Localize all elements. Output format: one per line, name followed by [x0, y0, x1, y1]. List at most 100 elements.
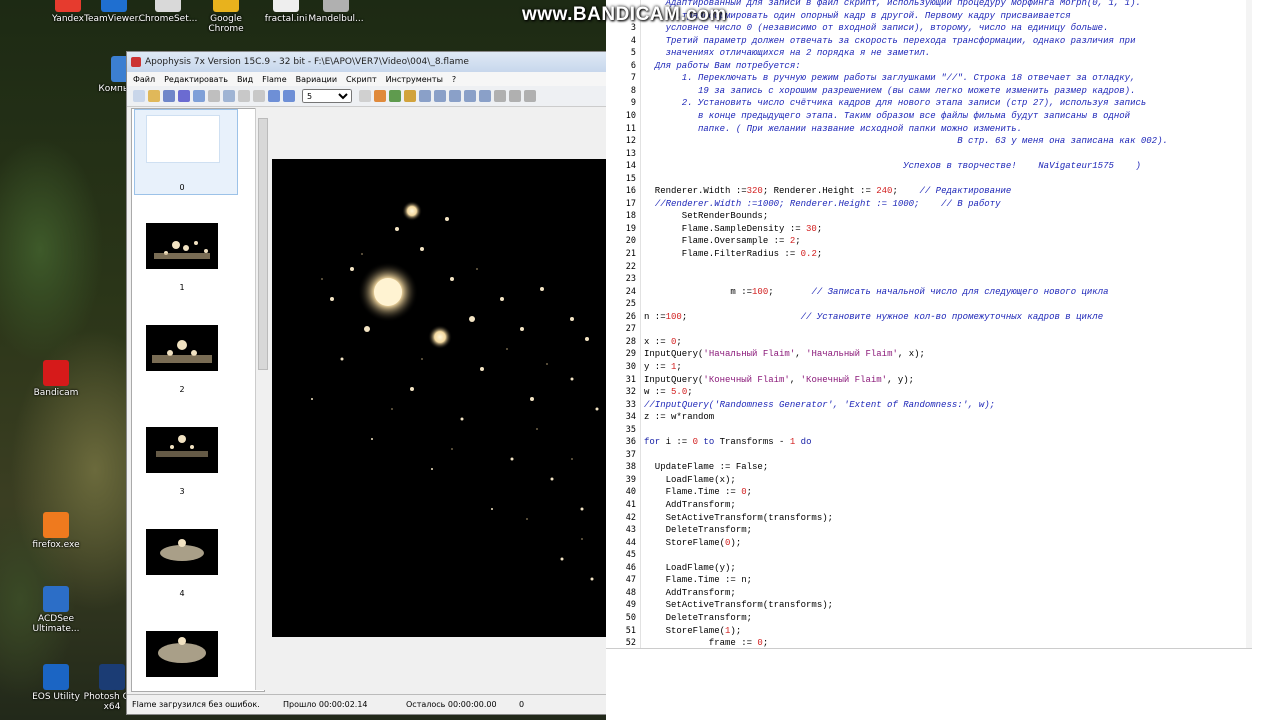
- code-line[interactable]: StoreFlame(0);: [644, 538, 742, 548]
- code-line[interactable]: Renderer.Width :=320; Renderer.Height :=…: [644, 186, 1012, 196]
- code-line[interactable]: папке. ( При желании название исходной п…: [644, 124, 1022, 134]
- code-line[interactable]: InputQuery('Начальный Flaim', 'Начальный…: [644, 349, 925, 359]
- flame-thumbnail[interactable]: [146, 115, 220, 163]
- flame-thumbnail[interactable]: [146, 631, 218, 677]
- code-line[interactable]: LoadFlame(x);: [644, 475, 736, 485]
- scrollbar-thumb[interactable]: [258, 118, 268, 370]
- menu-script[interactable]: Скрипт: [346, 75, 377, 84]
- code-line[interactable]: //Renderer.Width :=1000; Renderer.Height…: [644, 199, 1001, 209]
- flame-thumbnail[interactable]: [146, 427, 218, 473]
- close-view-icon[interactable]: [509, 90, 521, 102]
- stop-icon[interactable]: [524, 90, 536, 102]
- menu-variations[interactable]: Вариации: [296, 75, 337, 84]
- editor-scrollbar[interactable]: [1246, 0, 1252, 648]
- line-number: 31: [625, 374, 636, 385]
- code-line[interactable]: SetActiveTransform(transforms);: [644, 513, 833, 523]
- code-line[interactable]: в конце предыдущего этапа. Таким образом…: [644, 111, 1130, 121]
- code-line[interactable]: frame := 0;: [644, 638, 768, 648]
- menu-tools[interactable]: Инструменты: [386, 75, 443, 84]
- desktop-icon-label: firefox.exe: [32, 540, 80, 550]
- desktop-icon[interactable]: EOS Utility: [26, 664, 86, 702]
- code-line[interactable]: В стр. 63 у меня она записана как 002).: [644, 136, 1168, 146]
- code-line[interactable]: UpdateFlame := False;: [644, 462, 768, 472]
- code-line[interactable]: SetRenderBounds;: [644, 211, 768, 221]
- line-number: 42: [625, 512, 636, 523]
- menu-view[interactable]: Вид: [237, 75, 253, 84]
- menu-edit[interactable]: Редактировать: [164, 75, 228, 84]
- code-editor[interactable]: Адаптированный для записи в файл скрипт,…: [640, 0, 1252, 648]
- flame-thumbnail[interactable]: [146, 325, 218, 371]
- desktop-icon[interactable]: ChromeSet...: [138, 0, 198, 24]
- grid-icon[interactable]: [419, 90, 431, 102]
- desktop-icon[interactable]: Google Chrome: [196, 0, 256, 34]
- script-icon[interactable]: [359, 90, 371, 102]
- code-line[interactable]: x := 0;: [644, 337, 682, 347]
- code-line[interactable]: w := 5.0;: [644, 387, 693, 397]
- transform-icon[interactable]: [464, 90, 476, 102]
- menu-file[interactable]: Файл: [133, 75, 155, 84]
- flame-thumbnail[interactable]: [146, 529, 218, 575]
- app-icon: [99, 664, 125, 690]
- flame-list[interactable]: 0 1 2 3 4: [131, 108, 265, 692]
- code-line[interactable]: Flame.Time := n;: [644, 575, 752, 585]
- code-line[interactable]: StoreFlame(1);: [644, 626, 742, 636]
- zoom-icon[interactable]: [283, 90, 295, 102]
- desktop-icon[interactable]: firefox.exe: [26, 512, 86, 550]
- adjust-icon[interactable]: [389, 90, 401, 102]
- fullscreen-icon[interactable]: [268, 90, 280, 102]
- code-line[interactable]: значениях отличающихся на 2 порядка я не…: [644, 48, 931, 58]
- code-line[interactable]: Flame.Oversample := 2;: [644, 236, 801, 246]
- gradient-icon[interactable]: [404, 90, 416, 102]
- code-line[interactable]: Flame.SampleDensity := 30;: [644, 224, 822, 234]
- settings-icon[interactable]: [193, 90, 205, 102]
- code-line[interactable]: Для работы Вам потребуется:: [644, 61, 801, 71]
- desktop-icon[interactable]: Bandicam: [26, 360, 86, 398]
- list-icon[interactable]: [208, 90, 220, 102]
- line-number: 44: [625, 537, 636, 548]
- editor-icon[interactable]: [374, 90, 386, 102]
- code-line[interactable]: m :=100; // Записать начальной число для…: [644, 287, 1108, 297]
- save-icon[interactable]: [163, 90, 175, 102]
- code-line[interactable]: LoadFlame(y);: [644, 563, 736, 573]
- redo-icon[interactable]: [253, 90, 265, 102]
- code-line[interactable]: 2. Установить число счётчика кадров для …: [644, 98, 1147, 108]
- code-line[interactable]: //InputQuery('Randomness Generator', 'Ex…: [644, 400, 995, 410]
- quality-select[interactable]: 5: [302, 89, 352, 103]
- code-line[interactable]: z := w*random: [644, 412, 714, 422]
- code-line[interactable]: Flame.Time := 0;: [644, 487, 752, 497]
- code-line[interactable]: 19 за запись с хорошим разрешением (вы с…: [644, 86, 1135, 96]
- code-line[interactable]: AddTransform;: [644, 588, 736, 598]
- undo-icon[interactable]: [238, 90, 250, 102]
- render-preview-area[interactable]: [270, 108, 611, 690]
- open-icon[interactable]: [148, 90, 160, 102]
- code-line[interactable]: Третий параметр должен отвечать за скоро…: [644, 36, 1136, 46]
- view-icon[interactable]: [223, 90, 235, 102]
- code-line[interactable]: AddTransform;: [644, 500, 736, 510]
- color-icon[interactable]: [479, 90, 491, 102]
- code-line[interactable]: DeleteTransform;: [644, 525, 752, 535]
- mutate-icon[interactable]: [434, 90, 446, 102]
- line-number: 7: [630, 73, 636, 84]
- new-icon[interactable]: [133, 90, 145, 102]
- code-line[interactable]: Успехов в творчестве! NaVigateur1575 ): [644, 161, 1141, 171]
- code-line[interactable]: y := 1;: [644, 362, 682, 372]
- desktop-icon[interactable]: Mandelbul...: [306, 0, 366, 24]
- code-line[interactable]: 1. Переключать в ручную режим работы заг…: [644, 73, 1136, 83]
- render-icon[interactable]: [178, 90, 190, 102]
- flame-list-scrollbar[interactable]: [255, 108, 268, 690]
- code-line[interactable]: n :=100; // Установите нужное кол-во про…: [644, 312, 1103, 322]
- code-line[interactable]: for i := 0 to Transforms - 1 do: [644, 437, 811, 447]
- desktop-icon[interactable]: ACDSee Ultimate...: [26, 586, 86, 634]
- code-line[interactable]: Flame.FilterRadius := 0.2;: [644, 249, 822, 259]
- desktop-icon[interactable]: TeamViewer...: [84, 0, 146, 24]
- line-number: 38: [625, 462, 636, 473]
- options-icon[interactable]: [449, 90, 461, 102]
- crop-icon[interactable]: [494, 90, 506, 102]
- menu-help[interactable]: ?: [452, 75, 456, 84]
- menu-flame[interactable]: Flame: [262, 75, 286, 84]
- code-line[interactable]: SetActiveTransform(transforms);: [644, 600, 833, 610]
- flame-thumbnail[interactable]: [146, 223, 218, 269]
- code-line[interactable]: InputQuery('Конечный Flaim', 'Конечный F…: [644, 375, 914, 385]
- apophysis-titlebar[interactable]: Apophysis 7x Version 15C.9 - 32 bit - F:…: [127, 52, 609, 72]
- code-line[interactable]: DeleteTransform;: [644, 613, 752, 623]
